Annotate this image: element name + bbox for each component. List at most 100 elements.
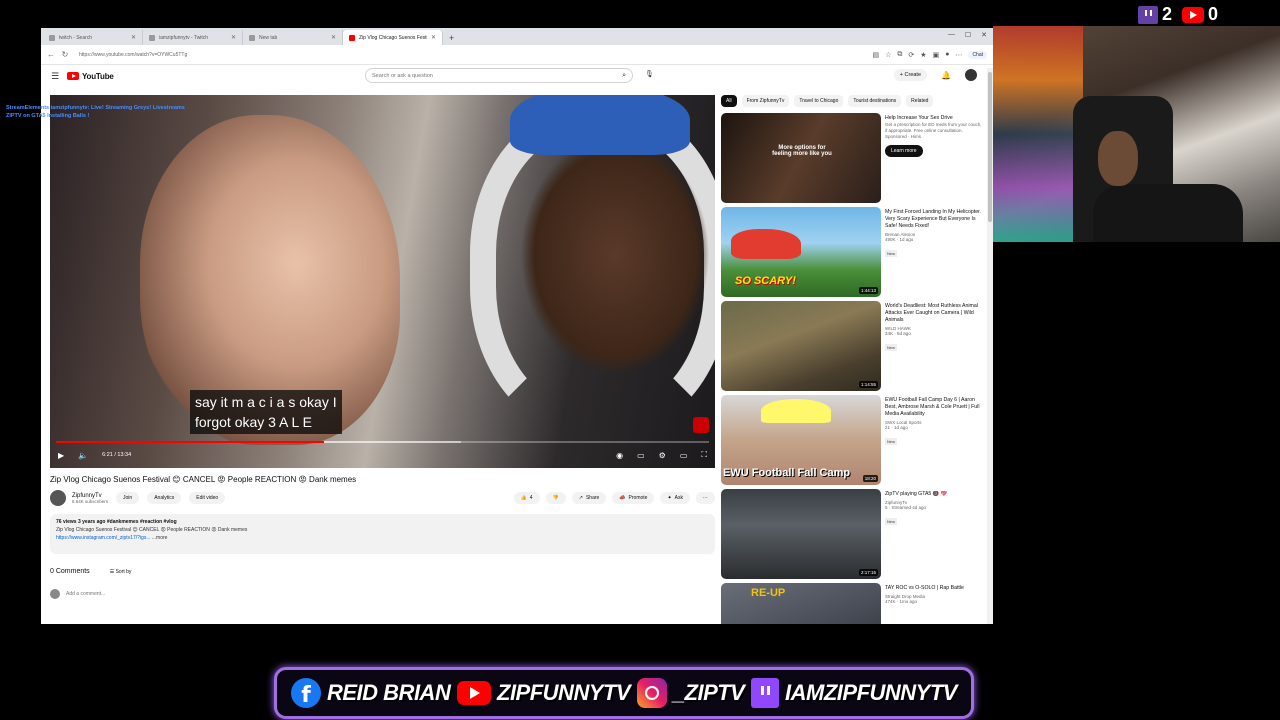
extensions-icon[interactable]: ⧉ (897, 51, 902, 59)
autoplay-toggle-icon[interactable]: ◉ (616, 451, 623, 460)
reload-icon[interactable]: ↻ (61, 50, 69, 59)
dislike-button[interactable]: 👎 (545, 492, 566, 504)
ad-item[interactable]: More options for feeling more like you H… (721, 113, 983, 207)
tab-label: iamzipfunnytv - Twitch (159, 34, 209, 41)
join-button[interactable]: Join (116, 492, 140, 504)
more-actions-button[interactable]: ⋯ (696, 492, 715, 504)
list-item[interactable]: 2:17:15 ZipTV playing GTA5 🔞 💖 ZipfunnyT… (721, 489, 983, 583)
avatar (50, 589, 60, 599)
share-button[interactable]: ↗ Share (571, 492, 607, 504)
fullscreen-icon[interactable]: ⛶ (701, 450, 707, 460)
create-button[interactable]: + Create (893, 69, 928, 81)
channel-avatar[interactable] (50, 490, 66, 506)
favorite-star-icon[interactable]: ☆ (885, 51, 891, 59)
video-stats: 34K · 5d ago (885, 331, 911, 336)
video-stats: 490K · 1d ago (885, 237, 914, 242)
chip-travel[interactable]: Travel to Chicago (794, 95, 844, 107)
tab-twitch-channel[interactable]: iamzipfunnytv - Twitch ✕ (143, 30, 243, 45)
microphone-icon[interactable]: 🎙 (645, 70, 654, 78)
add-comment-input[interactable]: Add a comment... (66, 591, 105, 597)
description-box[interactable]: 76 views 3 years ago #dankmemes #reactio… (50, 514, 715, 554)
description-link[interactable]: https://www.instagram.com/_ziptv17/?igs.… (56, 535, 150, 541)
video-title-link[interactable]: TAY ROC vs O-SOLO | Rap Battle (885, 585, 983, 592)
youtube-handle: ZIPFUNNYTV (497, 680, 631, 705)
analytics-button[interactable]: Analytics (147, 492, 182, 504)
edit-video-button[interactable]: Edit video (189, 492, 226, 504)
video-actions: 👍 4 👎 ↗ Share 📣 Promote ✦ Ask ⋯ (513, 492, 715, 504)
close-icon[interactable]: ✕ (431, 34, 436, 41)
tab-new[interactable]: New tab ✕ (243, 30, 343, 45)
show-more-link[interactable]: ...more (152, 535, 168, 541)
learn-more-button[interactable]: Learn more (885, 145, 923, 157)
maximize-icon[interactable]: ☐ (965, 31, 971, 39)
captions-icon[interactable]: ▭ (637, 451, 645, 460)
play-icon[interactable]: ▶ (58, 451, 64, 460)
close-icon[interactable]: ✕ (231, 34, 236, 41)
video-thumbnail[interactable]: 2:17:15 (721, 489, 881, 579)
list-item[interactable]: RE-UP TAY ROC vs O-SOLO | Rap Battle Str… (721, 583, 983, 624)
close-window-icon[interactable]: ✕ (981, 31, 987, 39)
video-thumbnail[interactable]: 1:14:55 (721, 301, 881, 391)
video-title-link[interactable]: ZipTV playing GTA5 🔞 💖 (885, 491, 983, 498)
video-thumbnail[interactable]: SO SCARY! 1:44:13 (721, 207, 881, 297)
chip-from-channel[interactable]: From ZipfunnyTv (741, 95, 790, 107)
video-title-link[interactable]: World's Deadliest: Most Ruthless Animal … (885, 303, 983, 324)
video-title-link[interactable]: My First Forced Landing In My Helicopter… (885, 209, 983, 230)
search-box[interactable]: ⌕ (365, 68, 633, 83)
menu-icon[interactable]: ☰ (51, 71, 67, 82)
ask-label: Ask (674, 495, 683, 501)
more-icon[interactable]: ⋯ (955, 51, 962, 59)
ad-sponsored: Sponsored · Hims (885, 134, 922, 139)
favorites-icon[interactable]: ★ (920, 51, 926, 59)
tab-twitch-search[interactable]: twitch - Search ✕ (43, 30, 143, 45)
like-button[interactable]: 👍 4 (513, 492, 540, 504)
list-item[interactable]: SO SCARY! 1:44:13 My First Forced Landin… (721, 207, 983, 301)
collections-icon[interactable]: ▣ (933, 51, 940, 59)
volume-icon[interactable]: 🔈 (78, 451, 88, 460)
chat-button[interactable]: Chat (968, 50, 987, 59)
search-input[interactable] (372, 72, 623, 79)
sort-by-button[interactable]: ☰ Sort by (110, 569, 132, 575)
close-icon[interactable]: ✕ (331, 34, 336, 41)
theater-mode-icon[interactable]: ▭ (680, 451, 688, 460)
comments-count: 0 Comments (50, 568, 90, 575)
url-field[interactable]: https://www.youtube.com/watch?v=OYWCu5TT… (75, 52, 867, 58)
video-thumbnail[interactable]: EWU Football Fall Camp 18:20 (721, 395, 881, 485)
new-tab-button[interactable]: + (443, 30, 460, 45)
close-icon[interactable]: ✕ (131, 34, 136, 41)
chip-related[interactable]: Related (906, 95, 934, 107)
chip-tourist[interactable]: Tourist destinations (848, 95, 902, 107)
refresh-icon[interactable]: ⟳ (908, 51, 914, 59)
channel-watermark-icon[interactable] (693, 417, 709, 433)
reader-icon[interactable]: ▤ (873, 51, 880, 59)
progress-bar[interactable] (56, 441, 709, 443)
new-badge: New (885, 344, 898, 351)
video-title-link[interactable]: EWU Football Fall Camp Day 6 | Aaron Bes… (885, 397, 983, 418)
notifications-icon[interactable]: 🔔 (941, 71, 951, 80)
avatar[interactable] (965, 69, 977, 81)
chip-all[interactable]: All (721, 95, 737, 107)
scrollbar-thumb[interactable] (988, 72, 992, 222)
youtube-logo[interactable]: YouTube (67, 72, 114, 81)
tab-youtube-video[interactable]: Zip Vlog Chicago Suenos Festival ... ✕ (343, 30, 443, 45)
video-player[interactable]: say it m a c i a s okay I forgot okay 3 … (50, 95, 715, 468)
social-twitch: IAMZIPFUNNYTV (751, 678, 957, 708)
ad-thumbnail[interactable]: More options for feeling more like you (721, 113, 881, 203)
twitch-count: 2 (1138, 4, 1172, 25)
settings-gear-icon[interactable]: ⚙ (659, 451, 666, 460)
list-item[interactable]: 1:14:55 World's Deadliest: Most Ruthless… (721, 301, 983, 395)
ad-title[interactable]: Help Increase Your Sex Drive (885, 115, 983, 122)
video-thumbnail[interactable]: RE-UP (721, 583, 881, 624)
video-subtitle: say it m a c i a s okay I forgot okay 3 … (190, 390, 342, 434)
profile-icon[interactable]: ● (945, 51, 949, 58)
search-icon[interactable]: ⌕ (622, 72, 626, 80)
promote-button[interactable]: 📣 Promote (612, 492, 655, 504)
youtube-logo-text: YouTube (82, 71, 114, 81)
back-icon[interactable]: ← (47, 50, 55, 59)
list-item[interactable]: EWU Football Fall Camp 18:20 EWU Footbal… (721, 395, 983, 489)
streamer-head (1098, 131, 1138, 186)
ask-button[interactable]: ✦ Ask (660, 492, 690, 504)
ad-description: Get a prescription for ED meds from your… (885, 122, 982, 133)
minimize-icon[interactable]: — (948, 31, 955, 39)
video-stats: 21 · 1d ago (885, 425, 908, 430)
